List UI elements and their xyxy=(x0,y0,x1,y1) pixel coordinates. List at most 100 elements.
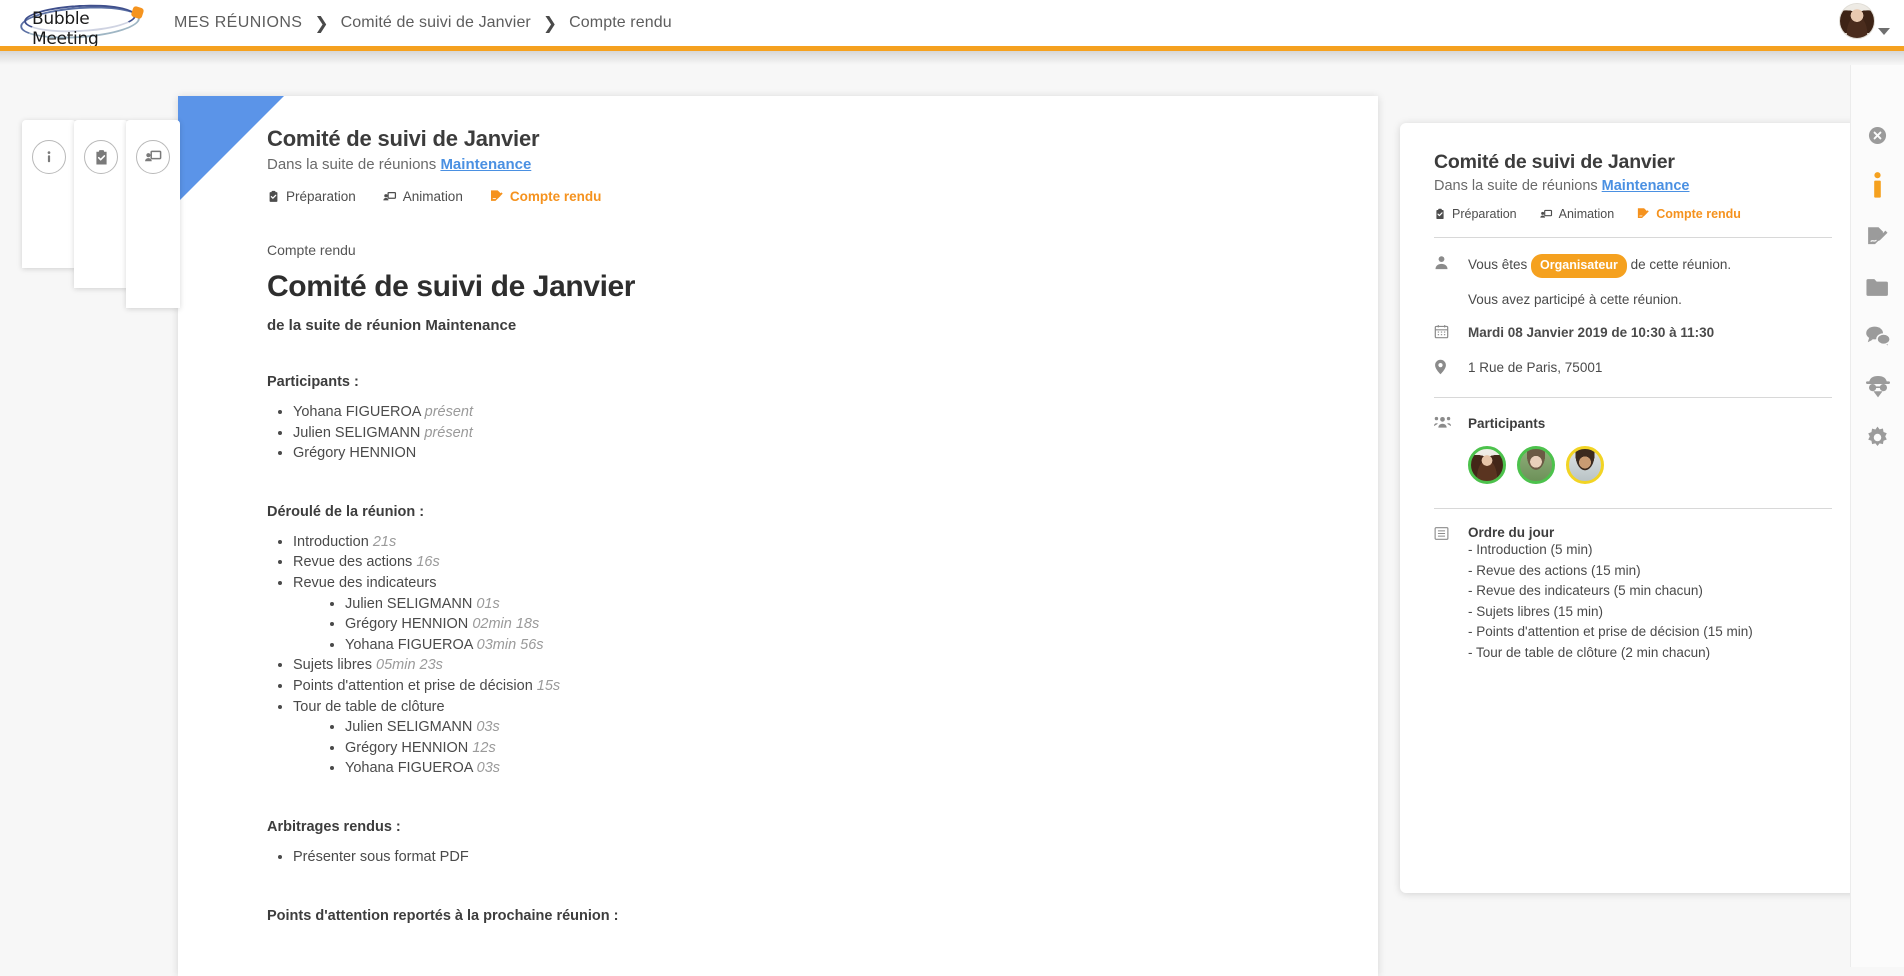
presentation-icon xyxy=(382,190,397,204)
agenda-subitem-label: Grégory HENNION xyxy=(345,739,469,756)
participant-status: présent xyxy=(424,404,474,420)
report-edit-icon xyxy=(1636,207,1650,221)
rail-info-icon[interactable] xyxy=(1872,172,1883,198)
chevron-down-icon[interactable] xyxy=(1878,28,1890,35)
avatar[interactable] xyxy=(1839,3,1875,39)
list-item: Julien SELIGMANN 03s xyxy=(345,717,1228,738)
user-menu[interactable] xyxy=(1839,3,1890,39)
document-card-subtitle: Dans la suite de réunions Maintenance xyxy=(267,156,1378,173)
document-card: Comité de suivi de Janvier Dans la suite… xyxy=(178,96,1378,976)
tab-animation[interactable]: Animation xyxy=(1539,207,1615,221)
agenda-subitem-label: Julien SELIGMANN xyxy=(345,595,473,612)
folder-icon[interactable] xyxy=(1865,277,1890,298)
agenda-subitem-duration: 01s xyxy=(476,595,500,612)
agenda-item-label: Sujets libres xyxy=(293,657,372,674)
edit-document-icon[interactable] xyxy=(1865,225,1890,250)
report-edit-icon xyxy=(489,189,504,204)
presentation-icon xyxy=(136,140,170,174)
list-item: Yohana FIGUEROA présent xyxy=(293,402,1228,423)
tab-compte-rendu[interactable]: Compte rendu xyxy=(489,189,602,204)
sidebar-tab-info[interactable] xyxy=(22,120,76,268)
avatar[interactable] xyxy=(1468,446,1506,484)
participant-name: Julien SELIGMANN xyxy=(293,424,421,441)
divider xyxy=(1434,397,1832,398)
document-card-title: Comité de suivi de Janvier xyxy=(267,126,540,151)
arbitrages-heading: Arbitrages rendus : xyxy=(267,818,401,835)
agenda-line: - Sujets libres (15 min) xyxy=(1468,603,1604,619)
breadcrumb-item-mes-reunions[interactable]: MES RÉUNIONS xyxy=(174,14,302,32)
agenda-subitem-duration: 03s xyxy=(476,760,501,777)
gear-icon[interactable] xyxy=(1865,425,1890,450)
agenda-subitem-duration: 12s xyxy=(472,739,496,756)
document-subtitle: de la suite de réunion Maintenance xyxy=(267,317,517,334)
tab-preparation[interactable]: Préparation xyxy=(1434,207,1517,221)
header-accent-bar xyxy=(0,46,1904,51)
sidebar-tab-animation[interactable] xyxy=(126,120,180,308)
list-item: Grégory HENNION xyxy=(293,443,1228,464)
info-icon xyxy=(32,140,66,174)
chat-icon[interactable] xyxy=(1865,325,1891,348)
list-item: Grégory HENNION 12s xyxy=(345,738,1228,759)
logo-text: Bubble Meeting xyxy=(32,9,99,49)
app-logo[interactable]: Bubble Meeting xyxy=(18,2,145,49)
sidebar-tab-preparation[interactable] xyxy=(74,120,128,288)
participants-row: Participants xyxy=(1434,414,1832,433)
agenda-item-label: Revue des indicateurs xyxy=(293,574,437,591)
agenda-item-label: Introduction xyxy=(293,533,369,550)
info-panel-tabs: Préparation Animation Compte rendu xyxy=(1434,207,1832,221)
document-kicker: Compte rendu xyxy=(267,242,356,258)
agenda-item-label: Revue des actions xyxy=(293,554,413,571)
tab-animation[interactable]: Animation xyxy=(382,189,463,204)
suite-link[interactable]: Maintenance xyxy=(440,156,531,173)
agenda-subitem-duration: 03s xyxy=(476,719,500,736)
points-attention-heading: Points d'attention reportés à la prochai… xyxy=(267,907,619,924)
status-badge: Organisateur xyxy=(1531,254,1627,278)
breadcrumb-item-compte-rendu[interactable]: Compte rendu xyxy=(569,14,672,32)
spy-icon[interactable] xyxy=(1865,374,1891,398)
participants-list: Yohana FIGUEROA présent Julien SELIGMANN… xyxy=(267,402,1228,464)
info-panel-title: Comité de suivi de Janvier xyxy=(1434,151,1675,173)
avatar[interactable] xyxy=(1566,446,1604,484)
document-tabs: Préparation Animation Compte rendu xyxy=(267,189,1378,204)
meeting-datetime: Mardi 08 Janvier 2019 de 10:30 à 11:30 xyxy=(1468,325,1715,340)
tab-animation-label: Animation xyxy=(1558,207,1615,221)
document-body: Compte rendu Comité de suivi de Janvier … xyxy=(178,204,1228,924)
avatar[interactable] xyxy=(1517,446,1555,484)
datetime-row: Mardi 08 Janvier 2019 de 10:30 à 11:30 xyxy=(1434,323,1832,342)
agenda-item-duration: 21s xyxy=(372,533,397,550)
attendance-text: Vous avez participé à cette réunion. xyxy=(1468,292,1682,307)
role-prefix: Vous êtes xyxy=(1468,257,1532,272)
corner-accent-triangle xyxy=(178,96,284,202)
agenda-sublist: Julien SELIGMANN 03s Grégory HENNION 12s… xyxy=(293,717,1228,779)
meeting-info-panel: Comité de suivi de Janvier Dans la suite… xyxy=(1400,123,1866,893)
page-title: Comité de suivi de Janvier xyxy=(267,270,636,303)
document-card-header: Comité de suivi de Janvier Dans la suite… xyxy=(178,96,1378,204)
agenda-subitem-label: Grégory HENNION xyxy=(345,616,469,633)
role-text: Vous êtes Organisateur de cette réunion. xyxy=(1468,254,1731,278)
close-circle-icon[interactable] xyxy=(1868,126,1887,145)
agenda-line: - Points d'attention et prise de décisio… xyxy=(1468,624,1753,639)
tab-compte-rendu-label: Compte rendu xyxy=(509,189,602,204)
list-item: Yohana FIGUEROA 03s xyxy=(345,758,1228,779)
header-shadow xyxy=(0,51,1904,65)
suite-link[interactable]: Maintenance xyxy=(1602,178,1690,194)
arbitrages-list: Présenter sous format PDF xyxy=(267,847,1228,868)
right-icon-rail xyxy=(1850,65,1904,967)
list-item: Revue des indicateurs Julien SELIGMANN 0… xyxy=(293,573,1228,655)
agenda-subitem-duration: 02min 18s xyxy=(472,616,540,633)
breadcrumb-item-meeting[interactable]: Comité de suivi de Janvier xyxy=(341,14,531,32)
participants-heading: Participants : xyxy=(267,374,359,390)
list-item: Julien SELIGMANN 01s xyxy=(345,594,1228,615)
tab-preparation-label: Préparation xyxy=(1452,207,1517,221)
list-icon xyxy=(1434,525,1468,663)
list-item: Grégory HENNION 02min 18s xyxy=(345,614,1228,635)
list-item: Revue des actions 16s xyxy=(293,552,1228,573)
presentation-icon xyxy=(1539,208,1553,221)
meeting-location: 1 Rue de Paris, 75001 xyxy=(1468,360,1603,375)
tab-preparation-label: Préparation xyxy=(286,189,356,204)
tab-compte-rendu[interactable]: Compte rendu xyxy=(1636,207,1741,221)
chevron-right-icon: ❯ xyxy=(542,13,558,33)
clipboard-check-icon xyxy=(1434,208,1446,220)
participant-name: Grégory HENNION xyxy=(293,445,417,462)
clipboard-check-icon xyxy=(84,140,118,174)
